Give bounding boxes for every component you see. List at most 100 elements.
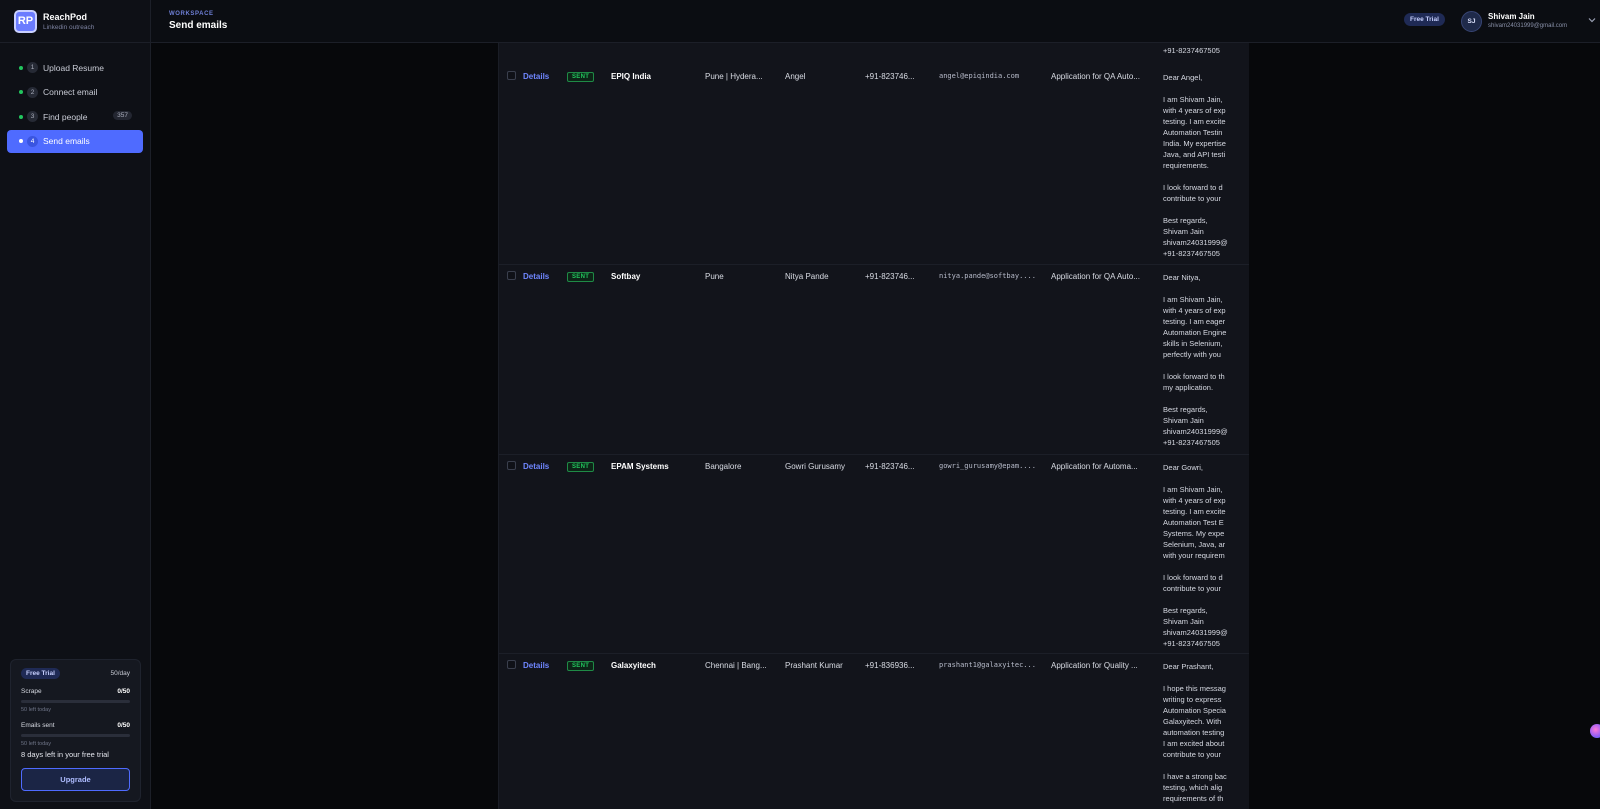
sent-badge: SENT [567, 661, 595, 671]
step-label: Send emails [43, 136, 90, 146]
scrape-note: 50 left today [21, 707, 51, 713]
brand-name: ReachPod [43, 11, 88, 22]
emails-progress-bar [21, 734, 130, 737]
previous-row-body-tail: +91-8237467505 [1163, 46, 1220, 55]
location-cell: Bangalore [705, 462, 742, 471]
email-cell: prashant1@galaxyitec... [939, 661, 1036, 669]
page-title: Send emails [169, 20, 228, 31]
scrape-label: Scrape [21, 688, 42, 695]
person-cell: Gowri Gurusamy [785, 462, 846, 471]
details-link[interactable]: Details [523, 462, 549, 471]
company-cell: Galaxyitech [611, 661, 656, 670]
email-cell: gowri_gurusamy@epam.... [939, 462, 1036, 470]
body-cell: Dear Gowri, I am Shivam Jain, with 4 yea… [1163, 463, 1228, 648]
people-count-badge: 357 [113, 111, 132, 120]
row-checkbox[interactable] [507, 660, 516, 669]
body-cell: Dear Angel, I am Shivam Jain, with 4 yea… [1163, 73, 1228, 258]
trial-days-left: 8 days left in your free trial [21, 750, 109, 759]
details-link[interactable]: Details [523, 272, 549, 281]
status-badge: SENT [567, 71, 595, 82]
chevron-down-icon[interactable] [1586, 14, 1598, 26]
header-trial-badge: Free Trial [1404, 13, 1445, 26]
row-checkbox[interactable] [507, 71, 516, 80]
emails-meter: Emails sent 0/50 50 left today [21, 722, 130, 747]
phone-cell: +91-823746... [865, 462, 915, 471]
step-connect-email[interactable]: 2 Connect email [7, 81, 143, 104]
status-badge: SENT [567, 461, 595, 472]
details-link[interactable]: Details [523, 661, 549, 670]
location-cell: Pune [705, 272, 724, 281]
subject-cell: Application for QA Auto... [1051, 72, 1140, 81]
row-checkbox[interactable] [507, 461, 516, 470]
table-row: Details SENT Galaxyitech Chennai | Bang.… [499, 654, 1249, 809]
done-dot-icon [19, 114, 23, 119]
steps-nav: 1 Upload Resume 2 Connect email 3 Find p… [0, 43, 150, 153]
phone-cell: +91-836936... [865, 661, 915, 670]
done-dot-icon [19, 65, 23, 70]
trial-top: Free Trial 50/day [21, 668, 130, 679]
user-email: shivam24031999@gmail.com [1488, 23, 1568, 29]
step-number: 4 [27, 135, 38, 147]
subject-cell: Application for Quality ... [1051, 661, 1138, 670]
person-cell: Prashant Kumar [785, 661, 843, 670]
step-upload-resume[interactable]: 1 Upload Resume [7, 56, 143, 79]
body-cell: Dear Nitya, I am Shivam Jain, with 4 yea… [1163, 273, 1228, 447]
location-cell: Chennai | Bang... [705, 661, 767, 670]
sent-badge: SENT [567, 272, 595, 282]
top-header: WORKSPACE Send emails Free Trial SJ Shiv… [151, 0, 1600, 43]
scrape-meter: Scrape 0/50 50 left today [21, 688, 130, 713]
trial-card: Free Trial 50/day Scrape 0/50 50 left to… [10, 659, 141, 802]
step-label: Connect email [43, 87, 98, 97]
scrape-progress-bar [21, 700, 130, 703]
emails-table: +91-8237467505 Details SENT EPIQ India P… [498, 43, 1249, 809]
sent-badge: SENT [567, 462, 595, 472]
company-cell: EPIQ India [611, 72, 652, 81]
phone-cell: +91-823746... [865, 272, 915, 281]
app-root: RP ReachPod Linkedin outreach 1 Upload R… [0, 0, 1600, 809]
assistant-bubble-icon[interactable] [1590, 724, 1600, 738]
row-checkbox[interactable] [507, 271, 516, 280]
user-name[interactable]: Shivam Jain [1488, 12, 1535, 21]
email-cell: nitya.pande@softbay.... [939, 272, 1036, 280]
avatar[interactable]: SJ [1461, 11, 1482, 32]
subject-cell: Application for QA Auto... [1051, 272, 1140, 281]
active-dot-icon [19, 139, 23, 143]
upgrade-button[interactable]: Upgrade [21, 768, 130, 791]
logo: RP [14, 9, 37, 33]
scrape-row: Scrape 0/50 [21, 688, 130, 695]
emails-value: 0/50 [117, 722, 130, 729]
brand[interactable]: RP ReachPod Linkedin outreach [0, 0, 150, 43]
company-cell: EPAM Systems [611, 462, 669, 471]
sent-badge: SENT [567, 72, 595, 82]
emails-row: Emails sent 0/50 [21, 722, 130, 729]
step-send-emails[interactable]: 4 Send emails [7, 129, 143, 153]
subject-cell: Application for Automa... [1051, 462, 1138, 471]
step-label: Find people [43, 111, 88, 122]
person-cell: Nitya Pande [785, 272, 829, 281]
status-badge: SENT [567, 660, 595, 671]
body-cell: Dear Prashant, I hope this messag writin… [1163, 662, 1227, 803]
step-number: 1 [27, 62, 38, 73]
per-day-limit: 50/day [110, 670, 130, 677]
step-number: 3 [27, 111, 38, 122]
company-cell: Softbay [611, 272, 641, 281]
sidebar: RP ReachPod Linkedin outreach 1 Upload R… [0, 0, 151, 809]
table-row: Details SENT EPIQ India Pune | Hydera...… [499, 67, 1249, 265]
step-label: Upload Resume [43, 62, 104, 73]
table-row: Details SENT EPAM Systems Bangalore Gowr… [499, 455, 1249, 654]
phone-cell: +91-823746... [865, 72, 915, 81]
table-row: Details SENT Softbay Pune Nitya Pande +9… [499, 265, 1249, 455]
step-find-people[interactable]: 3 Find people 357 [7, 105, 143, 128]
right-empty-area [1249, 43, 1600, 809]
free-trial-badge: Free Trial [21, 668, 60, 679]
scrape-value: 0/50 [117, 688, 130, 695]
brand-subtitle: Linkedin outreach [43, 23, 95, 31]
step-number: 2 [27, 86, 38, 98]
details-link[interactable]: Details [523, 72, 549, 81]
brand-text: ReachPod Linkedin outreach [43, 12, 94, 31]
emails-label: Emails sent [21, 722, 55, 729]
email-cell: angel@epiqindia.com [939, 72, 1020, 80]
emails-note: 50 left today [21, 741, 51, 747]
person-cell: Angel [785, 72, 806, 81]
done-dot-icon [19, 90, 23, 94]
